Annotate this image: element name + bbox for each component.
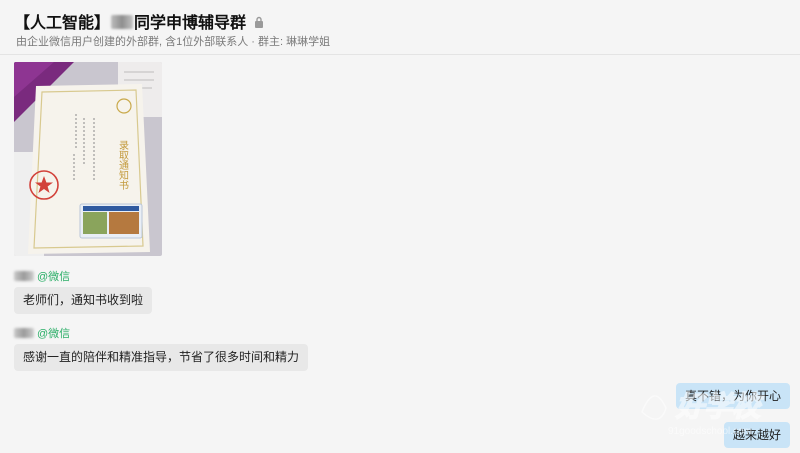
reply-bubble-2[interactable]: 越来越好: [723, 422, 790, 448]
blurred-sender-name: [14, 328, 34, 338]
chat-header: 【人工智能】 同学申博辅导群 由企业微信用户创建的外部群, 含1位外部联系人 · …: [0, 0, 800, 55]
group-title: 【人工智能】 同学申博辅导群: [14, 9, 246, 33]
sender-tag: @微信: [37, 328, 71, 340]
sender-label-2[interactable]: @微信: [14, 325, 70, 341]
reply-bubble-1[interactable]: 真不错，为你开心: [675, 383, 790, 409]
group-title-prefix: 【人工智能】: [14, 15, 111, 32]
admission-letter-photo[interactable]: 录取通知书: [14, 62, 162, 256]
lock-icon: [255, 16, 264, 28]
blurred-sender-name: [14, 271, 34, 281]
message-bubble-2[interactable]: 感谢一直的陪伴和精准指导，节省了很多时间和精力: [14, 344, 309, 371]
sender-label-1[interactable]: @微信: [14, 268, 70, 284]
group-title-row[interactable]: 【人工智能】 同学申博辅导群: [14, 10, 264, 32]
group-subtitle: 由企业微信用户创建的外部群, 含1位外部联系人 · 群主: 琳琳学姐: [16, 36, 331, 48]
sender-tag: @微信: [37, 271, 71, 283]
letter-title: 录取通知书: [117, 140, 129, 191]
message-bubble-1[interactable]: 老师们，通知书收到啦: [14, 287, 153, 314]
group-title-suffix: 同学申博辅导群: [134, 15, 247, 32]
blurred-name: [111, 15, 134, 29]
